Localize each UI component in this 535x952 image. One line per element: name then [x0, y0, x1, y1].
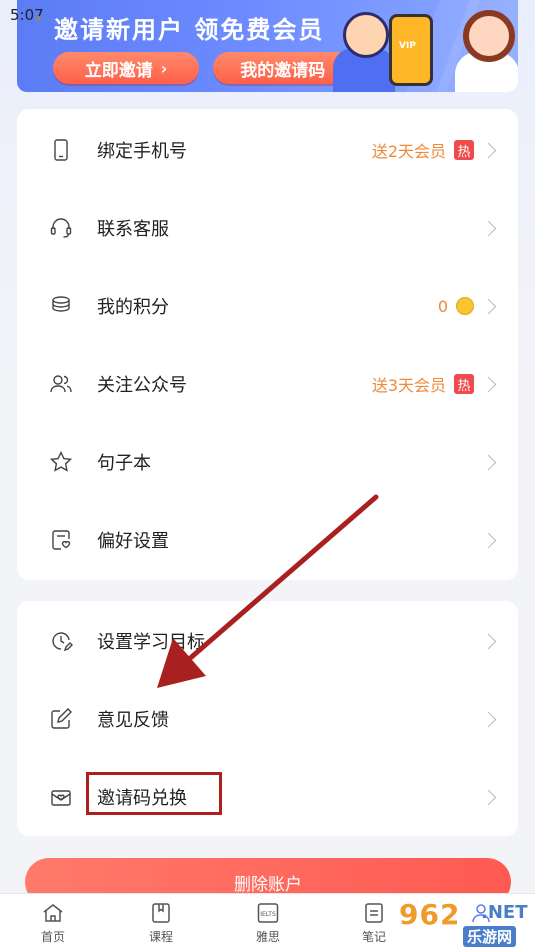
points-value: 0	[437, 296, 448, 316]
chevron-right-icon	[480, 454, 497, 470]
settings-card-primary: 绑定手机号 送2天会员 热 联系客服 我的积分 0 关注公众号 送3天会员 热 …	[17, 109, 518, 580]
ielts-icon: IELTS	[257, 903, 279, 923]
tab-courses[interactable]: 课程	[126, 894, 196, 952]
menu-item-bind-phone[interactable]: 绑定手机号 送2天会员 热	[17, 111, 518, 189]
tab-label: 雅思	[255, 930, 280, 944]
invite-banner[interactable]: 邀请新用户 领免费会员 立即邀请 › 我的邀请码 › VIP	[17, 0, 518, 92]
menu-item-label: 我的积分	[97, 297, 169, 318]
watermark-number: 962	[399, 898, 461, 931]
chevron-right-icon	[480, 711, 497, 727]
hot-badge: 热	[454, 140, 474, 160]
illustration-phone: VIP	[389, 14, 433, 86]
menu-item-label: 设置学习目标	[97, 632, 205, 653]
tab-label: 课程	[148, 930, 173, 944]
chevron-right-icon	[480, 376, 497, 392]
tab-ielts[interactable]: IELTS 雅思	[233, 894, 303, 952]
menu-item-label: 联系客服	[97, 219, 169, 240]
chevron-right-icon: ›	[160, 58, 168, 78]
notes-icon	[365, 903, 383, 923]
status-time: 5:07	[10, 6, 44, 24]
chevron-right-icon	[480, 633, 497, 649]
watermark-site: 乐游网	[463, 926, 517, 947]
phone-icon	[54, 139, 68, 161]
menu-item-customer-service[interactable]: 联系客服	[17, 189, 518, 267]
promo-text: 送2天会员	[371, 142, 446, 161]
coin-icon	[456, 297, 474, 315]
menu-item-label: 意见反馈	[97, 710, 169, 731]
menu-item-label: 关注公众号	[97, 375, 187, 396]
watermark-suffix: .NET	[481, 902, 528, 923]
menu-item-study-goal[interactable]: 设置学习目标	[17, 602, 518, 680]
menu-item-my-points[interactable]: 我的积分 0	[17, 267, 518, 345]
chevron-right-icon	[480, 532, 497, 548]
my-invite-code-label: 我的邀请码	[240, 60, 326, 81]
promo-text: 送3天会员	[371, 376, 446, 395]
tab-label: 笔记	[361, 930, 386, 944]
phone-vip-text: VIP	[399, 41, 416, 51]
star-icon	[49, 450, 73, 472]
promo-tag: 送2天会员 热	[372, 138, 474, 162]
menu-item-label: 偏好设置	[97, 531, 169, 552]
menu-item-preferences[interactable]: 偏好设置	[17, 501, 518, 579]
people-icon	[50, 375, 72, 393]
chevron-right-icon	[480, 298, 497, 314]
preference-icon	[52, 530, 71, 550]
invite-now-button[interactable]: 立即邀请 ›	[53, 52, 199, 84]
home-icon	[43, 904, 63, 922]
hot-badge: 热	[454, 374, 474, 394]
chevron-right-icon	[480, 220, 497, 236]
banner-title: 邀请新用户 领免费会员	[54, 16, 325, 44]
illustration-woman-head	[463, 10, 515, 62]
points-display: 0	[438, 297, 474, 316]
illustration-person-head	[343, 12, 389, 58]
edit-icon	[51, 708, 72, 729]
menu-item-follow-account[interactable]: 关注公众号 送3天会员 热	[17, 345, 518, 423]
site-watermark: 962 .NET 乐游网	[393, 896, 531, 948]
coins-stack-icon	[52, 296, 70, 312]
chevron-right-icon	[480, 142, 497, 158]
menu-item-label: 绑定手机号	[97, 141, 187, 162]
envelope-heart-icon	[51, 790, 71, 806]
ielts-icon-text: IELTS	[260, 911, 276, 918]
clock-edit-icon	[52, 632, 73, 652]
tab-label: 首页	[40, 930, 65, 944]
status-notification-dot	[36, 16, 41, 21]
chevron-right-icon	[480, 789, 497, 805]
invite-now-label: 立即邀请	[84, 60, 153, 81]
menu-item-label: 句子本	[97, 453, 151, 474]
tab-home[interactable]: 首页	[18, 894, 88, 952]
book-icon	[152, 903, 170, 923]
menu-item-sentence-book[interactable]: 句子本	[17, 423, 518, 501]
promo-tag: 送3天会员 热	[372, 372, 474, 396]
highlight-box	[86, 772, 222, 815]
headset-icon	[50, 218, 72, 238]
menu-item-feedback[interactable]: 意见反馈	[17, 680, 518, 758]
